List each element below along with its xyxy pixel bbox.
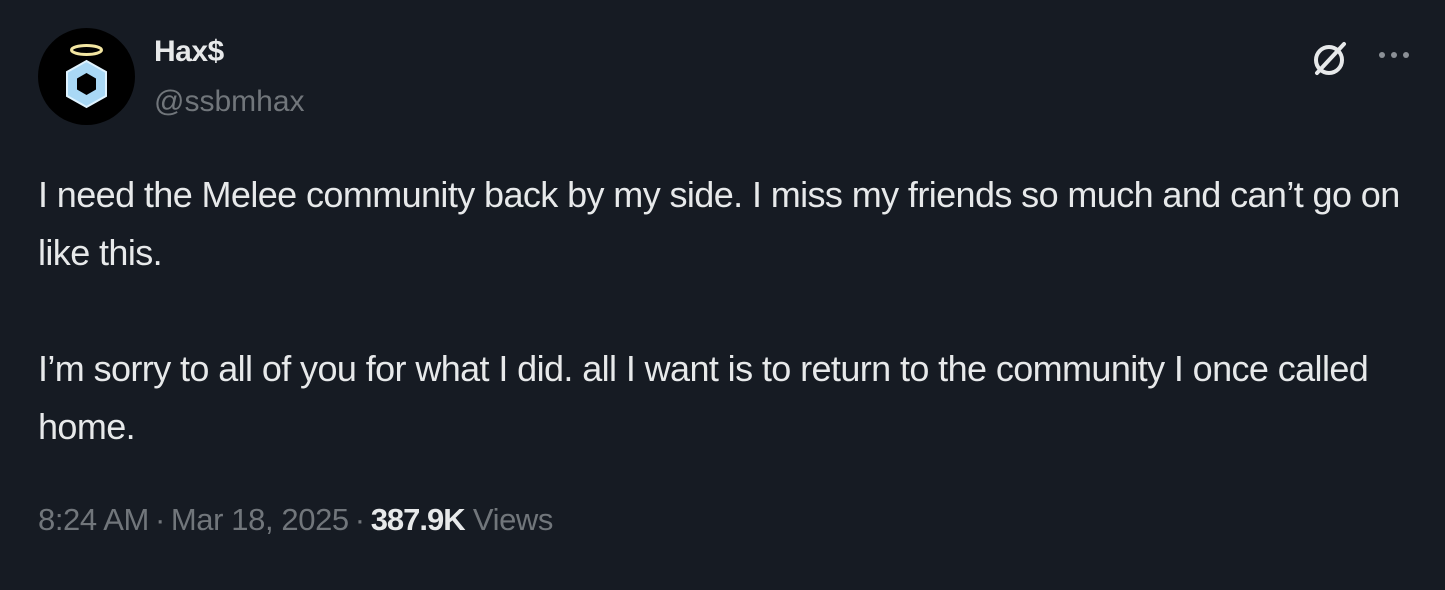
- tweet-meta: 8:24 AM · Mar 18, 2025 · 387.9K Views: [38, 500, 553, 540]
- halo-hexagon-avatar-icon: [66, 44, 107, 109]
- tweet-date[interactable]: Mar 18, 2025: [171, 502, 349, 537]
- views-label: Views: [472, 502, 554, 537]
- tweet-text: I need the Melee community back by my si…: [38, 166, 1418, 456]
- grok-icon[interactable]: [1308, 38, 1350, 80]
- author-handle[interactable]: @ssbmhax: [154, 84, 305, 120]
- author-block: Hax$ @ssbmhax: [154, 34, 305, 120]
- author-display-name[interactable]: Hax$: [154, 34, 305, 70]
- tweet-paragraph: I’m sorry to all of you for what I did. …: [38, 348, 1369, 447]
- tweet-paragraph: I need the Melee community back by my si…: [38, 174, 1400, 273]
- views-count[interactable]: 387.9K: [371, 502, 466, 537]
- tweet-card: Hax$ @ssbmhax I need the Melee community…: [0, 0, 1445, 590]
- meta-separator: ·: [154, 502, 165, 537]
- more-icon[interactable]: [1373, 40, 1415, 70]
- meta-separator: ·: [354, 502, 365, 537]
- avatar[interactable]: [38, 28, 135, 125]
- tweet-time[interactable]: 8:24 AM: [38, 502, 149, 537]
